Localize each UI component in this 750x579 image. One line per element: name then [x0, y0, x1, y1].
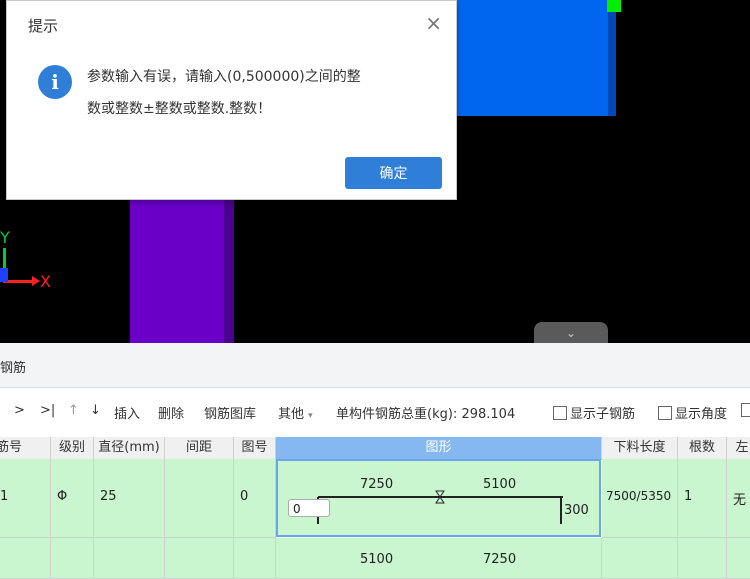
- dim-right[interactable]: 5100: [483, 477, 516, 492]
- table-row-cell[interactable]: [0, 538, 51, 579]
- col-header-figure-no[interactable]: 图号: [234, 437, 276, 460]
- insert-button[interactable]: 插入: [114, 403, 140, 422]
- total-weight-value: 298.104: [461, 407, 516, 422]
- table-row-cell[interactable]: [94, 538, 165, 579]
- dim-left[interactable]: 7250: [360, 477, 393, 492]
- table-row-cell[interactable]: Φ: [51, 459, 94, 538]
- other-menu-button[interactable]: 其他 ▾: [278, 403, 313, 422]
- row-figure-no: 0: [240, 489, 249, 504]
- green-marker: [607, 0, 621, 12]
- move-down-button[interactable]: ↓: [90, 403, 101, 418]
- dim-end[interactable]: 300: [564, 503, 589, 518]
- x-axis-arrow-icon: [32, 276, 40, 286]
- delete-button[interactable]: 删除: [158, 403, 184, 422]
- dialog-message-line1: 参数输入有误，请输入(0,500000)之间的整: [87, 69, 361, 85]
- table-row-cell[interactable]: [165, 538, 234, 579]
- rebar-shape-cell[interactable]: 7250 5100 0 300: [276, 459, 601, 537]
- close-icon[interactable]: ×: [425, 11, 442, 35]
- dim-right-2[interactable]: 7250: [483, 552, 516, 567]
- extra-checkbox[interactable]: [741, 403, 750, 419]
- col-header-cut-length[interactable]: 下料长度: [602, 437, 678, 460]
- ok-button[interactable]: 确定: [345, 157, 442, 189]
- chevron-down-icon: ⌄: [565, 326, 577, 340]
- panel-header: 钢筋: [0, 343, 750, 388]
- show-sub-rebar-label: 显示子钢筋: [570, 407, 636, 422]
- table-row-cell[interactable]: 1: [678, 459, 727, 538]
- total-weight: 单构件钢筋总重(kg): 298.104: [336, 403, 515, 422]
- show-angle-label: 显示角度: [675, 407, 728, 422]
- rebar-library-button[interactable]: 钢筋图库: [204, 403, 256, 422]
- show-sub-rebar-checkbox[interactable]: 显示子钢筋: [553, 403, 635, 422]
- row-diameter: 25: [100, 489, 117, 504]
- row-cut-length: 7500/5350: [606, 489, 672, 503]
- checkbox-icon: [658, 406, 672, 420]
- dialog-message-line2: 数或整数±整数或整数.整数！: [87, 101, 272, 117]
- move-up-button[interactable]: ↑: [68, 403, 79, 418]
- other-label: 其他: [278, 407, 305, 422]
- table-row-cell[interactable]: 0: [234, 459, 276, 538]
- nav-next-button[interactable]: >: [14, 403, 25, 418]
- rebar-table: 筋号 级别 直径(mm) 间距 图号 图形 下料长度 根数 左 1 Φ 25 0…: [0, 437, 750, 579]
- nav-last-button[interactable]: >|: [40, 403, 55, 418]
- dialog-title: 提示: [28, 17, 59, 35]
- axis-origin: [0, 268, 8, 282]
- col-header-shape[interactable]: 图形: [276, 437, 602, 460]
- dim-start-input[interactable]: 0: [288, 499, 330, 517]
- table-row-cell[interactable]: 1: [0, 459, 51, 538]
- checkbox-icon: [553, 406, 567, 420]
- rebar-toolbar: > >| ↑ ↓ 插入 删除 钢筋图库 其他 ▾ 单构件钢筋总重(kg): 29…: [0, 388, 750, 432]
- col-header-spacing[interactable]: 间距: [165, 437, 234, 460]
- collapse-panel-button[interactable]: ⌄: [534, 322, 608, 343]
- dropdown-caret-icon: ▾: [308, 411, 313, 421]
- checkbox-icon: [741, 403, 750, 417]
- show-angle-checkbox[interactable]: 显示角度: [658, 403, 727, 422]
- y-axis-label: Y: [0, 228, 10, 247]
- table-row-cell[interactable]: 25: [94, 459, 165, 538]
- table-row-cell[interactable]: [678, 538, 727, 579]
- dim-left-2[interactable]: 5100: [360, 552, 393, 567]
- purple-column: [130, 198, 234, 343]
- table-row-cell[interactable]: [727, 538, 750, 579]
- row-no: 1: [0, 489, 9, 504]
- table-row-cell[interactable]: [602, 538, 678, 579]
- row-count: 1: [684, 489, 693, 504]
- blue-beam: [440, 0, 616, 116]
- panel-title: 钢筋: [0, 361, 27, 376]
- table-row-cell[interactable]: [51, 538, 94, 579]
- table-row-cell[interactable]: [165, 459, 234, 538]
- row-grade: Φ: [57, 489, 68, 504]
- x-axis-label: X: [40, 272, 51, 291]
- table-row-cell[interactable]: 无: [727, 459, 750, 538]
- table-row-cell[interactable]: [234, 538, 276, 579]
- col-header-count[interactable]: 根数: [678, 437, 727, 460]
- table-row-cell[interactable]: 7500/5350: [602, 459, 678, 538]
- alert-dialog: 提示 × i 参数输入有误，请输入(0,500000)之间的整 数或整数±整数或…: [6, 0, 457, 200]
- col-header-left[interactable]: 左: [727, 437, 750, 460]
- dialog-message: 参数输入有误，请输入(0,500000)之间的整 数或整数±整数或整数.整数！: [87, 61, 437, 125]
- rebar-shape-svg: [317, 490, 563, 524]
- rebar-shape-cell-2[interactable]: 5100 7250: [276, 538, 602, 579]
- col-header-grade[interactable]: 级别: [51, 437, 94, 460]
- col-header-diameter[interactable]: 直径(mm): [94, 437, 165, 460]
- col-header-no[interactable]: 筋号: [0, 437, 51, 460]
- total-weight-label: 单构件钢筋总重(kg):: [336, 407, 458, 422]
- row-left: 无: [733, 493, 747, 508]
- info-icon: i: [38, 65, 72, 99]
